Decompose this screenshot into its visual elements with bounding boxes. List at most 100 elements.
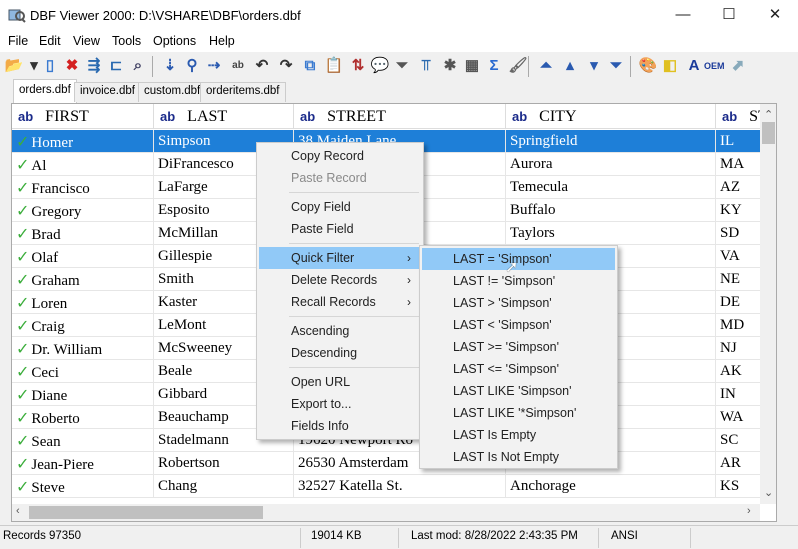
cell-first[interactable]: ✓ Brad	[12, 222, 154, 245]
table-row[interactable]: ✓ Steve Chang 32527 Katella St. Anchorage KS	[12, 475, 766, 498]
menu-file[interactable]: File	[8, 34, 28, 48]
quick-filter-option[interactable]: LAST <= 'Simpson'	[422, 358, 615, 380]
cell-st[interactable]: AZ	[716, 176, 766, 199]
menu-item-delete-records[interactable]: Delete Records ›	[259, 269, 421, 291]
sort-icon[interactable]: ⇅	[348, 56, 368, 76]
field-link-icon[interactable]: ⇶	[84, 56, 104, 76]
menu-tools[interactable]: Tools	[112, 34, 141, 48]
cell-st[interactable]: DE	[716, 291, 766, 314]
cell-first[interactable]: ✓ Homer	[12, 130, 154, 153]
close-button[interactable]: ✕	[752, 0, 798, 31]
cell-city[interactable]: Buffalo	[506, 199, 716, 222]
sum-icon[interactable]: Σ	[484, 56, 504, 76]
open-icon[interactable]: 📂	[4, 56, 24, 76]
clean-icon[interactable]: 🖌	[508, 56, 528, 76]
menu-options[interactable]: Options	[153, 34, 196, 48]
quick-filter-option[interactable]: LAST LIKE '*Simpson'	[422, 402, 615, 424]
cell-st[interactable]: MD	[716, 314, 766, 337]
quick-filter-option[interactable]: LAST Is Not Empty	[422, 446, 615, 468]
cell-first[interactable]: ✓ Gregory	[12, 199, 154, 222]
copy-icon[interactable]: ⧉	[300, 56, 320, 76]
table-row[interactable]: ✓ Jean-Piere Robertson 26530 Amsterdam AR	[12, 452, 766, 475]
menu-item-recall-records[interactable]: Recall Records ›	[259, 291, 421, 313]
cell-st[interactable]: VA	[716, 245, 766, 268]
highlight-icon[interactable]: ◧	[660, 56, 680, 76]
cell-first[interactable]: ✓ Steve	[12, 475, 154, 498]
scroll-down-icon[interactable]: ⌄	[764, 486, 773, 499]
menu-item-descending[interactable]: Descending	[259, 342, 421, 364]
structure-icon[interactable]: ⊏	[106, 56, 126, 76]
comment-icon[interactable]: 💬	[370, 56, 390, 76]
cell-first[interactable]: ✓ Olaf	[12, 245, 154, 268]
quick-filter-option[interactable]: LAST < 'Simpson'	[422, 314, 615, 336]
search-icon[interactable]: ⚲	[182, 56, 202, 76]
menu-view[interactable]: View	[73, 34, 100, 48]
cell-city[interactable]: Taylors	[506, 222, 716, 245]
tab-orders[interactable]: orders.dbf	[13, 79, 77, 103]
menu-item-export-to[interactable]: Export to...	[259, 393, 421, 415]
delete-icon[interactable]: ✖	[62, 56, 82, 76]
last-record-icon[interactable]: ⏷	[606, 56, 626, 76]
cell-st[interactable]: IL	[716, 130, 766, 153]
vertical-scrollbar[interactable]: ⌃ ⌄	[760, 104, 776, 504]
cell-st[interactable]: NE	[716, 268, 766, 291]
cell-first[interactable]: ✓ Francisco	[12, 176, 154, 199]
cell-st[interactable]: KY	[716, 199, 766, 222]
horizontal-scroll-thumb[interactable]	[29, 506, 263, 519]
maximize-button[interactable]: ☐	[706, 0, 752, 31]
filter-icon[interactable]: ⏷	[392, 56, 412, 76]
cell-first[interactable]: ✓ Jean-Piere	[12, 452, 154, 475]
minimize-button[interactable]: —	[660, 0, 706, 31]
cell-first[interactable]: ✓ Craig	[12, 314, 154, 337]
cell-city[interactable]: Temecula	[506, 176, 716, 199]
cell-street[interactable]: 32527 Katella St.	[294, 475, 506, 498]
quick-filter-option[interactable]: LAST LIKE 'Simpson'	[422, 380, 615, 402]
column-header-last[interactable]: ab LAST	[154, 104, 294, 129]
font-icon[interactable]: A	[684, 56, 704, 76]
cell-st[interactable]: SD	[716, 222, 766, 245]
scroll-right-icon[interactable]: ›	[747, 505, 751, 517]
cell-st[interactable]: MA	[716, 153, 766, 176]
clear-filter-icon[interactable]: ✱	[440, 56, 460, 76]
cell-last[interactable]: Chang	[154, 475, 294, 498]
cell-first[interactable]: ✓ Loren	[12, 291, 154, 314]
next-record-icon[interactable]: ▾	[584, 56, 604, 76]
cell-first[interactable]: ✓ Dr. William	[12, 337, 154, 360]
export-icon[interactable]: ⬈	[728, 56, 748, 76]
scroll-left-icon[interactable]: ‹	[16, 505, 20, 517]
menu-item-quick-filter[interactable]: Quick Filter ›	[259, 247, 421, 269]
paste-icon[interactable]: 📋	[324, 56, 344, 76]
menu-item-fields-info[interactable]: Fields Info	[259, 415, 421, 437]
menu-item-paste-field[interactable]: Paste Field	[259, 218, 421, 240]
menu-item-open-url[interactable]: Open URL	[259, 371, 421, 393]
replace-icon[interactable]: ab	[228, 56, 248, 76]
quick-filter-option[interactable]: LAST >= 'Simpson'	[422, 336, 615, 358]
find-icon[interactable]: ⌕	[128, 56, 148, 76]
find-next-icon[interactable]: ⇢	[204, 56, 224, 76]
tab-invoice[interactable]: invoice.dbf	[74, 82, 141, 102]
cell-st[interactable]: WA	[716, 406, 766, 429]
new-icon[interactable]: ▯	[40, 56, 60, 76]
menu-help[interactable]: Help	[209, 34, 235, 48]
column-header-st[interactable]: ab ST	[716, 104, 766, 129]
colors-icon[interactable]: 🎨	[638, 56, 658, 76]
tab-custom[interactable]: custom.dbf	[138, 82, 207, 102]
quick-filter-option[interactable]: LAST != 'Simpson'	[422, 270, 615, 292]
tab-orderitems[interactable]: orderitems.dbf	[200, 82, 286, 102]
column-header-street[interactable]: ab STREET	[294, 104, 506, 129]
cell-st[interactable]: NJ	[716, 337, 766, 360]
menu-item-paste-record[interactable]: Paste Record	[259, 167, 421, 189]
scroll-up-icon[interactable]: ⌃	[764, 108, 773, 121]
cell-first[interactable]: ✓ Sean	[12, 429, 154, 452]
filter-field-icon[interactable]: ⫪	[416, 56, 436, 76]
vertical-scroll-thumb[interactable]	[762, 122, 775, 144]
cell-first[interactable]: ✓ Roberto	[12, 406, 154, 429]
cell-first[interactable]: ✓ Diane	[12, 383, 154, 406]
cell-st[interactable]: AK	[716, 360, 766, 383]
cell-city[interactable]: Springfield	[506, 130, 716, 153]
quick-filter-option[interactable]: LAST = 'Simpson'	[422, 248, 615, 270]
menu-item-ascending[interactable]: Ascending	[259, 320, 421, 342]
table-icon[interactable]: ▦	[462, 56, 482, 76]
cell-st[interactable]: KS	[716, 475, 766, 498]
quick-filter-option[interactable]: LAST > 'Simpson'	[422, 292, 615, 314]
